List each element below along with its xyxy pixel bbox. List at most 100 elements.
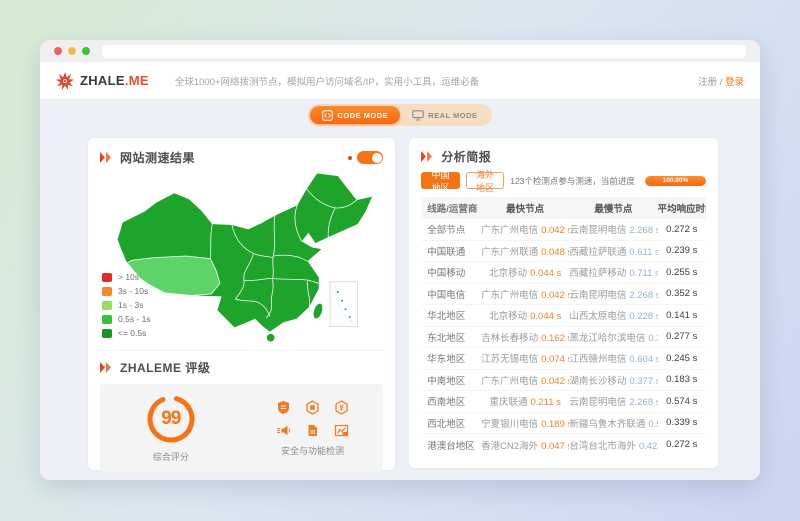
progress-fill: 100.00%	[645, 176, 706, 186]
map-legend: > 10s 3s - 10s 1s - 3s	[102, 272, 151, 338]
cell-fastest: 重庆联通0.211 s	[481, 394, 569, 408]
logo-text: ZHALE.ME	[80, 73, 149, 88]
header-average: 平均响应时间	[658, 201, 706, 215]
cell-average: 0.277 s	[658, 331, 706, 342]
mode-toggle: CODE MODE REAL MODE	[308, 104, 491, 126]
legend-swatch	[102, 329, 112, 338]
map-hainan-region[interactable]	[267, 334, 275, 342]
table-row: 中国电信 广东广州电信0.042 s 云南昆明电信2.268 s 0.352 s	[421, 284, 706, 306]
map-taiwan-region[interactable]	[312, 302, 324, 319]
legend-label: 0.5s - 1s	[118, 314, 151, 324]
cell-fastest: 北京移动0.044 s	[481, 308, 569, 322]
header-line: 线路/运营商	[421, 201, 481, 215]
table-row: 中国移动 北京移动0.044 s 西藏拉萨移动0.711 s 0.255 s	[421, 262, 706, 284]
cell-fastest: 广东广州电信0.042 s	[481, 222, 569, 236]
alert-dot	[348, 156, 352, 160]
region-tabs: 中国地区 海外地区	[421, 172, 504, 189]
register-link[interactable]: 注册	[698, 77, 717, 88]
code-mode-button[interactable]: CODE MODE	[310, 106, 400, 124]
report-controls: 中国地区 海外地区 123个检测点参与测速，当前进度 100.00%	[421, 172, 706, 189]
results-table: 线路/运营商 最快节点 最慢节点 平均响应时间 全部节点 广东广州电信0.042…	[421, 197, 706, 458]
result-view-toggle[interactable]	[357, 151, 383, 164]
south-china-sea-inset	[330, 282, 358, 327]
close-window-button[interactable]	[54, 47, 62, 55]
rating-box: 99 综合评分 ¥	[100, 384, 383, 472]
cell-fastest: 吉林长春移动0.162 s	[481, 330, 569, 344]
toggle-knob	[372, 153, 382, 163]
site-logo[interactable]: ZHALE.ME	[56, 72, 149, 90]
chart-icon	[333, 423, 349, 439]
speedtest-panel: 网站测速结果	[88, 138, 395, 470]
cell-slowest: 江西赣州电信0.604 s	[569, 351, 657, 365]
region-tab[interactable]: 中国地区	[421, 172, 459, 189]
double-arrow-icon	[100, 362, 113, 373]
cell-line: 华东地区	[421, 351, 481, 365]
cell-fastest: 北京移动0.044 s	[481, 265, 569, 279]
legend-item: > 10s	[102, 272, 151, 282]
cell-average: 0.272 s	[658, 439, 706, 450]
legend-swatch	[102, 301, 112, 310]
auth-links: 注册 / 登录	[698, 74, 744, 88]
login-link[interactable]: 登录	[725, 77, 744, 88]
cell-slowest: 云南昆明电信2.268 s	[569, 394, 657, 408]
rating-panel-title: ZHALEME 评级	[120, 359, 210, 376]
site-header: ZHALE.ME 全球1000+网络拨测节点，模拟用户访问域名/IP，实用小工具…	[40, 62, 760, 100]
table-row: 港澳台地区 香港CN2海外0.047 s 台湾台北市海外0.424 s 0.27…	[421, 434, 706, 456]
address-bar[interactable]	[102, 45, 746, 58]
cell-line: 西南地区	[421, 394, 481, 408]
feature-icons: ¥	[275, 400, 349, 439]
score-column: 99 综合评分	[100, 384, 242, 472]
map-area: > 10s 3s - 10s 1s - 3s	[100, 170, 383, 342]
legend-swatch	[102, 315, 112, 324]
score-label: 综合评分	[153, 450, 189, 463]
speedtest-panel-title: 网站测速结果	[120, 149, 195, 166]
cell-fastest: 宁夏银川电信0.189 s	[481, 416, 569, 430]
cell-slowest: 湖南长沙移动0.377 s	[569, 373, 657, 387]
legend-item: <= 0.5s	[102, 328, 151, 338]
legend-label: 1s - 3s	[118, 300, 144, 310]
cell-fastest: 广东广州联通0.048 s	[481, 244, 569, 258]
region-tab[interactable]: 海外地区	[466, 172, 504, 189]
cell-line: 华北地区	[421, 308, 481, 322]
legend-label: > 10s	[118, 272, 139, 282]
score-value: 99	[145, 393, 197, 445]
maximize-window-button[interactable]	[82, 47, 90, 55]
cell-slowest: 台湾台北市海外0.424 s	[569, 438, 657, 452]
cell-average: 0.183 s	[658, 374, 706, 385]
features-label: 安全与功能检测	[281, 444, 344, 457]
mode-toggle-wrap: CODE MODE REAL MODE	[40, 100, 760, 126]
browser-window: ZHALE.ME 全球1000+网络拨测节点，模拟用户访问域名/IP，实用小工具…	[40, 40, 760, 480]
site-tagline: 全球1000+网络拨测节点，模拟用户访问域名/IP，实用小工具，运维必备	[175, 74, 479, 88]
cell-average: 0.339 s	[658, 417, 706, 428]
minimize-window-button[interactable]	[68, 47, 76, 55]
cell-fastest: 广东广州电信0.042 s	[481, 373, 569, 387]
real-mode-button[interactable]: REAL MODE	[400, 106, 489, 124]
table-row: 东北地区 吉林长春移动0.162 s 黑龙江哈尔滨电信0.344 s 0.277…	[421, 327, 706, 349]
table-row: 全部节点 广东广州电信0.042 s 云南昆明电信2.268 s 0.272 s	[421, 219, 706, 241]
cell-slowest: 新疆乌鲁木齐联通0.547 s	[569, 416, 657, 430]
report-panel-title: 分析简报	[441, 148, 491, 165]
cell-line: 西北地区	[421, 416, 481, 430]
speaker-icon	[275, 423, 291, 439]
cell-average: 0.239 s	[658, 245, 706, 256]
cell-line: 中国移动	[421, 265, 481, 279]
cell-slowest: 西藏拉萨移动0.711 s	[569, 265, 657, 279]
cell-slowest: 云南昆明电信2.268 s	[569, 222, 657, 236]
double-arrow-icon	[100, 152, 113, 163]
starburst-logo-icon	[56, 72, 74, 90]
cell-fastest: 江苏无锡电信0.074 s	[481, 351, 569, 365]
cell-average: 0.574 s	[658, 396, 706, 407]
table-row: 西北地区 宁夏银川电信0.189 s 新疆乌鲁木齐联通0.547 s 0.339…	[421, 413, 706, 435]
cell-fastest: 香港CN2海外0.047 s	[481, 438, 569, 452]
browser-chrome-bar	[40, 40, 760, 62]
cell-slowest: 西藏拉萨联通0.611 s	[569, 244, 657, 258]
cell-line: 中国联通	[421, 244, 481, 258]
legend-item: 0.5s - 1s	[102, 314, 151, 324]
progress-bar: 100.00%	[645, 176, 706, 186]
package-icon	[304, 400, 320, 416]
report-panel: 分析简报 中国地区 海外地区 123个检测点参与测速，当前进度 100.00%	[409, 138, 718, 468]
cell-fastest: 广东广州电信0.042 s	[481, 287, 569, 301]
shield-icon	[275, 400, 291, 416]
table-row: 中国联通 广东广州联通0.048 s 西藏拉萨联通0.611 s 0.239 s	[421, 241, 706, 263]
cell-line: 港澳台地区	[421, 438, 481, 452]
